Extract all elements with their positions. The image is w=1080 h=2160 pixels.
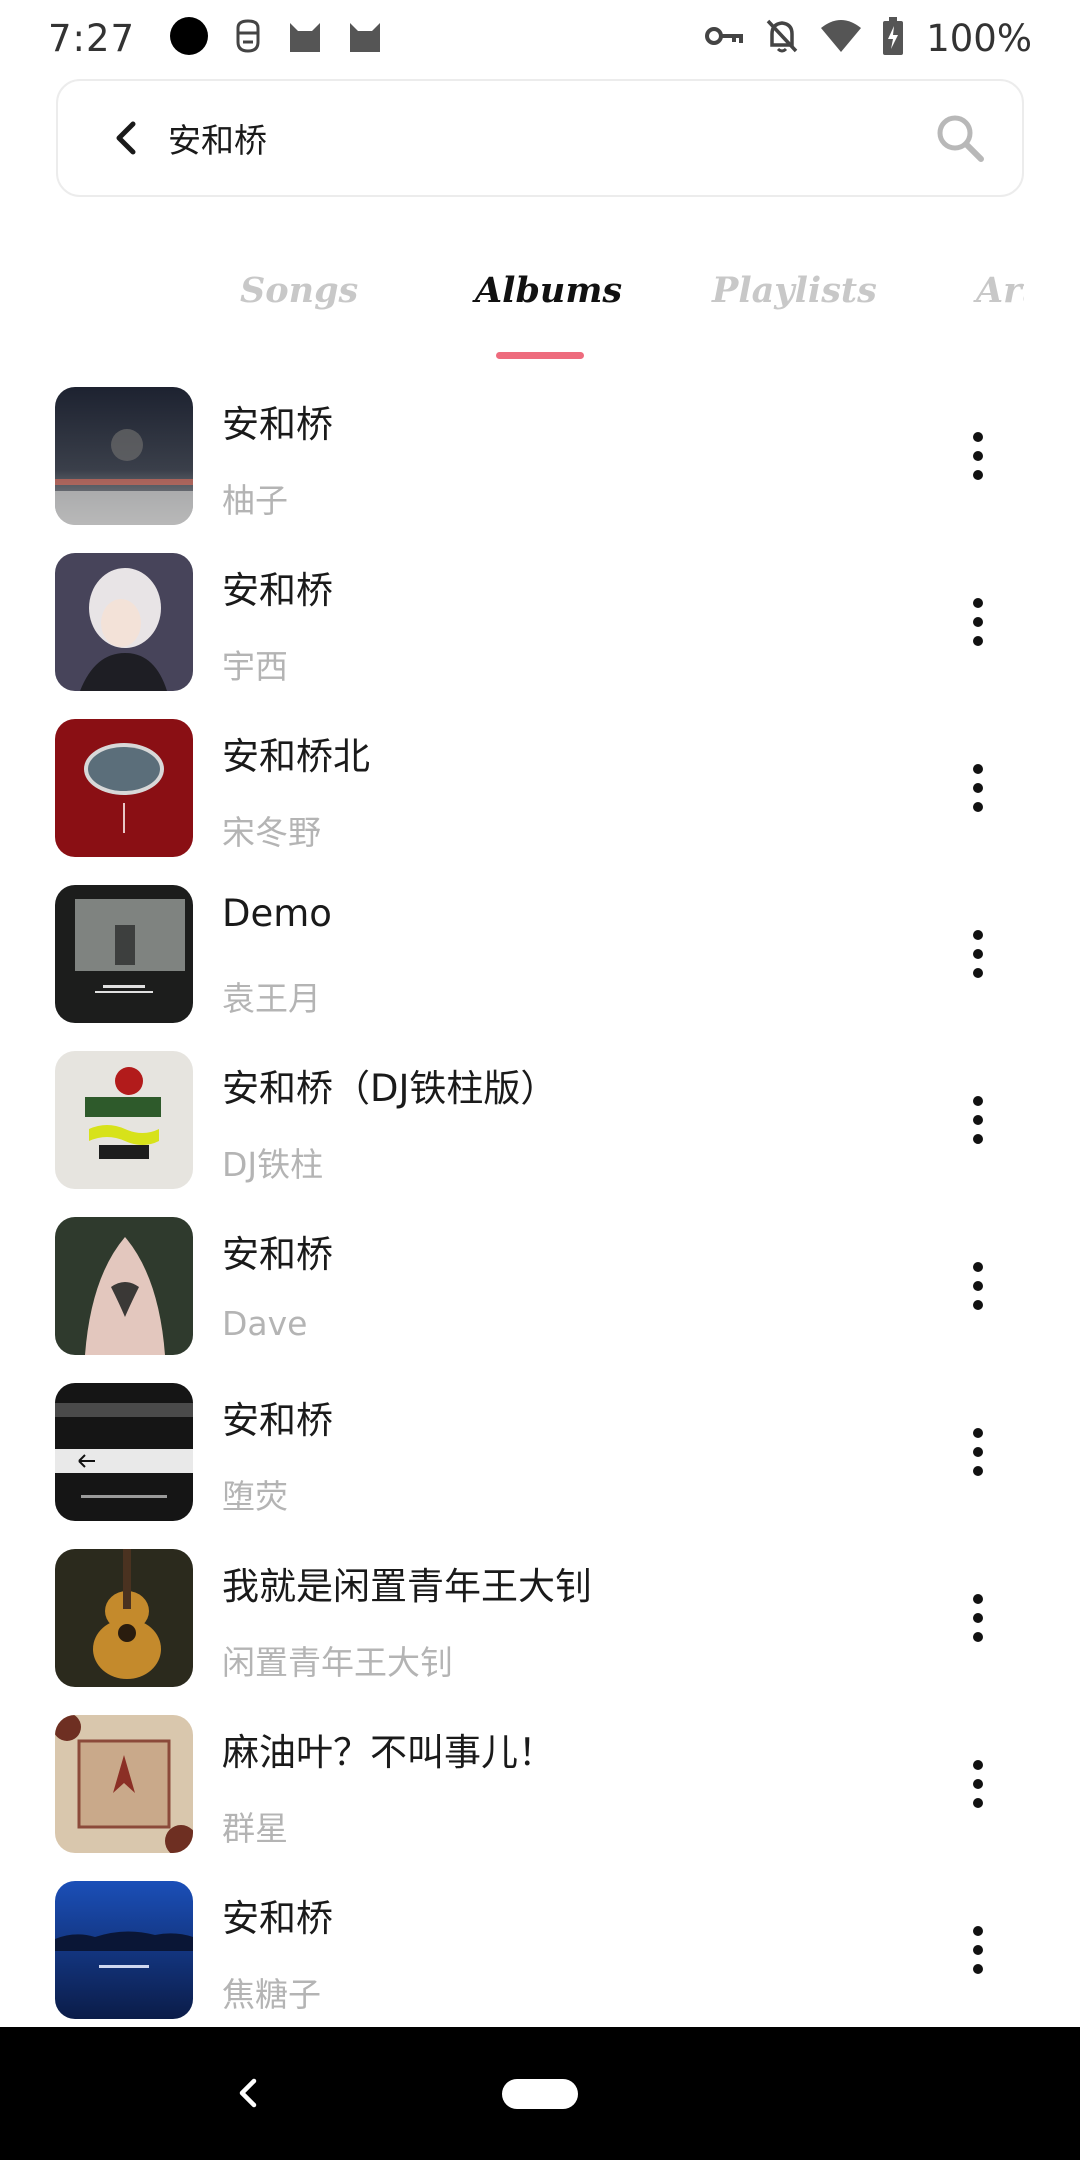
album-row[interactable]: Demo 袁王月: [0, 876, 1080, 1042]
more-options-icon[interactable]: [952, 1582, 1004, 1654]
album-row[interactable]: 安和桥 Dave: [0, 1208, 1080, 1374]
album-artist: 宇西: [222, 647, 288, 686]
album-artist: 宋冬野: [222, 813, 321, 852]
album-cover: [55, 1715, 193, 1853]
system-nav-bar: [0, 2027, 1080, 2160]
more-options-icon[interactable]: [952, 420, 1004, 492]
album-list: 安和桥 柚子 安和桥 宇西 安和桥北 宋冬野 Demo 袁王月 安和桥（DJ铁柱…: [0, 378, 1080, 2038]
battery-charging-icon: [882, 17, 904, 59]
nav-back-icon: [239, 2078, 257, 2108]
search-button[interactable]: [930, 108, 990, 168]
more-options-icon[interactable]: [952, 1416, 1004, 1488]
search-query-text[interactable]: 安和桥: [168, 114, 267, 162]
active-tab-indicator: [496, 352, 584, 359]
album-row[interactable]: 安和桥 宇西: [0, 544, 1080, 710]
album-title: 安和桥: [222, 1233, 333, 1276]
album-cover: [55, 1383, 193, 1521]
vpn-key-icon: [704, 23, 744, 53]
cat-icon: [347, 19, 383, 57]
robot-face-icon: [233, 18, 263, 58]
album-title: 安和桥: [222, 1399, 333, 1442]
album-row[interactable]: 我就是闲置青年王大钊 闲置青年王大钊: [0, 1540, 1080, 1706]
album-artist: 焦糖子: [222, 1975, 321, 2014]
result-tabs: Songs Albums Playlists Artists: [0, 252, 1024, 362]
search-bar: 安和桥: [56, 79, 1024, 197]
album-cover: [55, 885, 193, 1023]
more-options-icon[interactable]: [952, 1250, 1004, 1322]
more-options-icon[interactable]: [952, 1748, 1004, 1820]
album-cover: [55, 719, 193, 857]
album-row[interactable]: 安和桥（DJ铁柱版） DJ铁柱: [0, 1042, 1080, 1208]
more-options-icon[interactable]: [952, 752, 1004, 824]
album-artist: 柚子: [222, 481, 288, 520]
system-icons: 100%: [704, 17, 1032, 60]
tab-songs[interactable]: Songs: [240, 270, 358, 311]
album-row[interactable]: 安和桥北 宋冬野: [0, 710, 1080, 876]
album-title: 安和桥: [222, 403, 333, 446]
chevron-left-icon: [116, 121, 136, 155]
album-title: Demo: [222, 892, 332, 935]
more-options-icon[interactable]: [952, 1084, 1004, 1156]
album-title: 安和桥: [222, 1897, 333, 1940]
album-title: 安和桥北: [222, 735, 370, 778]
album-row[interactable]: 安和桥 柚子: [0, 378, 1080, 544]
album-cover: [55, 1549, 193, 1687]
album-cover: [55, 553, 193, 691]
album-artist: Dave: [222, 1304, 308, 1343]
album-cover: [55, 1217, 193, 1355]
album-artist: 闲置青年王大钊: [222, 1643, 453, 1682]
notification-icons: [169, 16, 383, 60]
battery-percent: 100%: [926, 16, 1032, 60]
album-title: 我就是闲置青年王大钊: [222, 1565, 592, 1608]
more-options-icon[interactable]: [952, 918, 1004, 990]
album-row[interactable]: 安和桥 焦糖子: [0, 1872, 1080, 2038]
status-time: 7:27: [48, 16, 136, 60]
cat-icon: [287, 19, 323, 57]
back-button[interactable]: [96, 108, 156, 168]
more-options-icon[interactable]: [952, 1914, 1004, 1986]
tab-playlists[interactable]: Playlists: [712, 270, 877, 311]
album-title: 安和桥: [222, 569, 333, 612]
album-row[interactable]: 安和桥 堕荧: [0, 1374, 1080, 1540]
album-title: 安和桥（DJ铁柱版）: [222, 1067, 558, 1110]
home-pill-icon[interactable]: [502, 2079, 578, 2109]
record-dot-icon: [169, 16, 209, 60]
album-row[interactable]: 麻油叶？不叫事儿！ 群星: [0, 1706, 1080, 1872]
more-options-icon[interactable]: [952, 586, 1004, 658]
album-cover: [55, 1051, 193, 1189]
nav-back-button[interactable]: [218, 2063, 278, 2123]
album-artist: 袁王月: [222, 979, 321, 1018]
tab-artists[interactable]: Artists: [976, 270, 1024, 311]
bell-off-icon: [764, 17, 800, 59]
status-bar: 7:27 100%: [0, 0, 1080, 76]
search-icon: [937, 115, 984, 162]
album-artist: DJ铁柱: [222, 1145, 324, 1184]
album-cover: [55, 1881, 193, 2019]
album-title: 麻油叶？不叫事儿！: [222, 1731, 555, 1774]
album-cover: [55, 387, 193, 525]
album-artist: 群星: [222, 1809, 288, 1848]
wifi-icon: [820, 19, 862, 57]
album-artist: 堕荧: [222, 1477, 288, 1516]
tab-albums[interactable]: Albums: [475, 270, 622, 311]
